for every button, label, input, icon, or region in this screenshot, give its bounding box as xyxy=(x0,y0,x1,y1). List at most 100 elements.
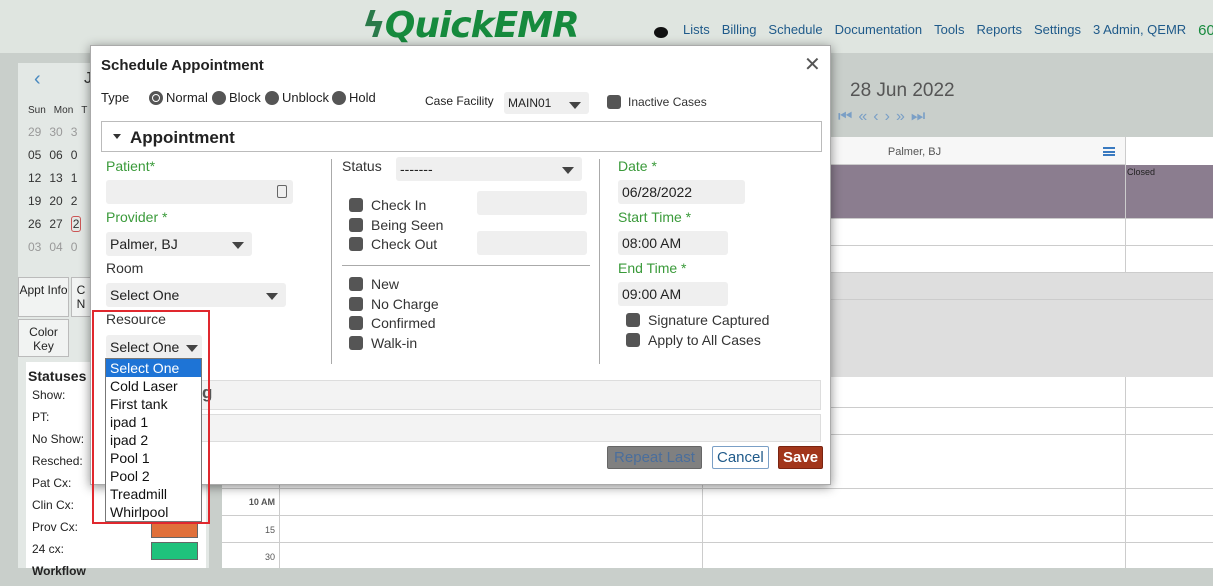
grid-line xyxy=(222,542,1213,543)
calendar-day[interactable]: 1 xyxy=(71,171,78,185)
select-value: Select One xyxy=(110,287,180,303)
calendar-day[interactable]: 06 xyxy=(49,148,62,162)
calendar-day[interactable]: 03 xyxy=(28,240,41,254)
confirmed-checkbox[interactable]: Confirmed xyxy=(349,315,436,331)
date-nav-arrows-icon[interactable]: ⏮«‹›»⏭ xyxy=(838,108,931,126)
appointment-section-header[interactable]: Appointment xyxy=(101,121,822,152)
checkbox-icon xyxy=(626,313,640,327)
menu-icon[interactable] xyxy=(1103,147,1115,156)
calendar-day[interactable]: 0 xyxy=(71,240,78,254)
type-radio-hold[interactable]: Hold xyxy=(332,90,376,105)
checkbox-icon xyxy=(349,198,363,212)
dropdown-option[interactable]: ipad 1 xyxy=(106,413,201,431)
dropdown-option[interactable]: Whirlpool xyxy=(106,503,201,521)
dropdown-option[interactable]: First tank xyxy=(106,395,201,413)
checkbox-icon xyxy=(626,333,640,347)
nav-schedule[interactable]: Schedule xyxy=(768,22,822,39)
check-out-checkbox[interactable]: Check Out xyxy=(349,236,437,252)
dropdown-option[interactable]: Pool 1 xyxy=(106,449,201,467)
dropdown-option[interactable]: ipad 2 xyxy=(106,431,201,449)
provider-select[interactable]: Palmer, BJ xyxy=(106,232,252,256)
check-out-time-field[interactable] xyxy=(477,231,587,255)
calendar-day[interactable]: 20 xyxy=(49,194,62,208)
calendar-day[interactable]: 29 xyxy=(28,125,41,139)
new-checkbox[interactable]: New xyxy=(349,276,399,292)
grid-divider xyxy=(279,485,280,568)
status-select[interactable]: ------- xyxy=(396,157,582,181)
radio-icon xyxy=(332,90,346,105)
checkbox-label: Signature Captured xyxy=(648,312,770,328)
checkbox-label: Check In xyxy=(371,197,427,213)
nav-reports[interactable]: Reports xyxy=(976,22,1022,39)
cancel-button[interactable]: Cancel xyxy=(712,446,769,469)
end-time-label: End Time * xyxy=(618,260,687,276)
calendar-day[interactable]: 26 xyxy=(28,217,41,231)
nav-tools[interactable]: Tools xyxy=(934,22,964,39)
calendar-day[interactable]: 2 xyxy=(71,194,78,208)
nav-documentation[interactable]: Documentation xyxy=(835,22,922,39)
dropdown-option[interactable]: Pool 2 xyxy=(106,467,201,485)
repeat-last-button[interactable]: Repeat Last xyxy=(607,446,702,469)
tab-notes[interactable]: C N xyxy=(71,277,91,317)
calendar-day[interactable]: 27 xyxy=(49,217,62,231)
checkbox-label: Walk-in xyxy=(371,335,418,351)
tab-color-key[interactable]: Color Key xyxy=(18,319,69,357)
patient-field[interactable] xyxy=(106,180,293,204)
close-icon[interactable]: ✕ xyxy=(804,52,821,77)
calendar-day[interactable]: 05 xyxy=(28,148,41,162)
calendar-day[interactable]: 30 xyxy=(49,125,62,139)
chat-icon[interactable] xyxy=(654,27,668,38)
dropdown-option[interactable]: Cold Laser xyxy=(106,377,201,395)
checkbox-label: Apply to All Cases xyxy=(648,332,761,348)
radio-selected-icon xyxy=(149,90,163,105)
start-time-field[interactable]: 08:00 AM xyxy=(618,231,728,255)
date-field[interactable]: 06/28/2022 xyxy=(618,180,745,204)
dropdown-option[interactable]: Select One xyxy=(106,359,201,377)
inactive-cases-checkbox[interactable]: Inactive Cases xyxy=(607,95,707,109)
being-seen-checkbox[interactable]: Being Seen xyxy=(349,217,443,233)
nav-lists[interactable]: Lists xyxy=(683,22,710,39)
nav-billing[interactable]: Billing xyxy=(722,22,757,39)
tab-appt-info[interactable]: Appt Info xyxy=(18,277,69,317)
save-button[interactable]: Save xyxy=(778,446,824,469)
status-label: 24 cx: xyxy=(32,542,65,556)
nav-settings[interactable]: Settings xyxy=(1034,22,1081,39)
collapsed-section[interactable] xyxy=(201,414,821,442)
time-label: 15 xyxy=(264,525,275,535)
calendar-day[interactable]: 0 xyxy=(71,148,78,162)
chevron-left-icon[interactable]: ‹ xyxy=(34,68,41,91)
chevron-down-icon xyxy=(232,242,244,249)
main-nav: Lists Billing Schedule Documentation Too… xyxy=(683,22,1213,39)
calendar-day[interactable]: 3 xyxy=(71,125,78,139)
calendar-day[interactable]: 12 xyxy=(28,171,41,185)
calendar-day-selected[interactable]: 2 xyxy=(70,215,82,232)
type-radio-normal[interactable]: Normal xyxy=(149,90,208,105)
walk-in-checkbox[interactable]: Walk-in xyxy=(349,335,417,351)
calendar-day[interactable]: 13 xyxy=(49,171,62,185)
apply-all-cases-checkbox[interactable]: Apply to All Cases xyxy=(626,332,761,348)
dropdown-option[interactable]: Treadmill xyxy=(106,485,201,503)
type-radio-block[interactable]: Block xyxy=(212,90,261,105)
checkbox-icon xyxy=(349,297,363,311)
status-color-swatch[interactable] xyxy=(151,542,198,560)
check-in-checkbox[interactable]: Check In xyxy=(349,197,426,213)
contact-card-icon[interactable] xyxy=(277,185,287,198)
calendar-day[interactable]: 19 xyxy=(28,194,41,208)
calendar-day[interactable]: 04 xyxy=(49,240,62,254)
select-value: MAIN01 xyxy=(508,96,552,110)
patient-label: Patient* xyxy=(106,158,156,174)
check-in-time-field[interactable] xyxy=(477,191,587,215)
start-time-label: Start Time * xyxy=(618,209,692,225)
nav-user[interactable]: 3 Admin, QEMR xyxy=(1093,22,1186,39)
collapsed-section[interactable]: g xyxy=(201,380,821,410)
type-radio-unblock[interactable]: Unblock xyxy=(265,90,329,105)
end-time-field[interactable]: 09:00 AM xyxy=(618,282,728,306)
no-charge-checkbox[interactable]: No Charge xyxy=(349,296,439,312)
signature-captured-checkbox[interactable]: Signature Captured xyxy=(626,312,769,328)
date-label: Date * xyxy=(618,158,657,174)
checkbox-label: Being Seen xyxy=(371,217,444,233)
case-facility-select[interactable]: MAIN01 xyxy=(504,92,589,114)
time-label: 10 AM xyxy=(248,497,275,507)
room-select[interactable]: Select One xyxy=(106,283,286,307)
collapse-triangle-icon xyxy=(113,134,121,139)
